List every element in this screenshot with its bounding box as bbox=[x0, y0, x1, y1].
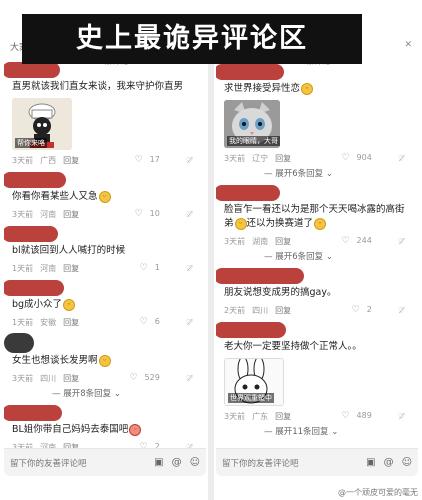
expand-replies-button[interactable]: — 展开6条回复 ⌄ bbox=[264, 167, 412, 179]
reply-button[interactable]: 回复 bbox=[275, 411, 291, 422]
page-title-banner: 史上最诡异评论区 bbox=[22, 14, 362, 64]
dislike-icon[interactable]: ♡̸ bbox=[398, 154, 405, 163]
comment-item: bl就该回到人人喊打的时候 1天前 河南 回复 ♡ 1 ♡̸ bbox=[4, 226, 206, 278]
dislike-icon[interactable]: ♡̸ bbox=[186, 264, 193, 273]
like-button[interactable]: ♡ 2 bbox=[352, 305, 379, 315]
like-button[interactable]: ♡ 529 bbox=[129, 373, 166, 383]
heart-icon: ♡ bbox=[341, 411, 350, 421]
like-button[interactable]: ♡ 904 bbox=[341, 153, 378, 163]
reply-button[interactable]: 回复 bbox=[63, 317, 79, 328]
dislike-icon[interactable]: ♡̸ bbox=[398, 237, 405, 246]
comment-image: 我的眼睛，大哥 bbox=[224, 100, 280, 148]
right-comment-panel: 2503条评论 ✕ 求世界接受异性恋ᵕ 我的眼睛，大哥 bbox=[216, 36, 418, 476]
expand-replies-button[interactable]: — 展开8条回复 ⌄ bbox=[52, 387, 200, 399]
comment-text: 朋友说想变成男的搞gay。 bbox=[224, 287, 337, 298]
comment-item: 脸盲乍一看还以为是那个天天喝冰露的高街弟 ᵕ 还以为换赛道了 ᵕ 3天前 湖南 回复 ♡… bbox=[216, 185, 418, 266]
comment-item: bg成小众了 ᵕ 1天前 安徽 回复 ♡ 6 ♡̸ bbox=[4, 280, 206, 332]
comment-text: bg成小众了 ᵕ bbox=[12, 284, 200, 312]
image-icon[interactable]: ▣ bbox=[366, 457, 375, 468]
reply-button[interactable]: 回复 bbox=[63, 263, 79, 274]
dislike-icon[interactable]: ♡̸ bbox=[186, 374, 193, 383]
emoji-icon: ᵕ bbox=[314, 217, 327, 230]
comment-text: 求世界接受异性恋 ᵕ bbox=[224, 68, 412, 96]
image-caption: 世界观重塑中 bbox=[228, 393, 274, 403]
image-caption: 帮你来咯 bbox=[15, 138, 47, 148]
comment-text: 直男就该我们直女来谈，我来守护你直男 bbox=[12, 81, 184, 92]
left-comment-panel: 大家 2503条评论 直男就该我们直女来谈，我来守护你直男 帮你来咯 3天前 bbox=[4, 36, 206, 476]
comment-meta: 3天前 湖南 回复 ♡ 244 ♡̸ bbox=[224, 236, 405, 247]
heart-icon: ♡ bbox=[139, 263, 148, 273]
heart-icon: ♡ bbox=[134, 209, 143, 219]
emoji-icon: ᵕ bbox=[234, 217, 247, 230]
like-button[interactable]: ♡ 244 bbox=[341, 236, 378, 246]
comment-item: 女生也想谈长发男啊 ᵕ 3天前 四川 回复 ♡ 529 ♡̸ — 展开8条回复 ⌄ bbox=[4, 333, 206, 403]
comment-meta: 3天前 河南 回复 ♡ 10 ♡̸ bbox=[12, 209, 193, 220]
comment-item: 求世界接受异性恋 ᵕ 我的眼睛，大哥 3天前 辽宁 回复 ♡ 904 ♡̸ — … bbox=[216, 64, 418, 183]
comment-text: 女生也想谈长发男啊 ᵕ bbox=[12, 338, 200, 368]
reply-button[interactable]: 回复 bbox=[63, 373, 79, 384]
comment-meta: 2天前 四川 回复 ♡ 2 ♡̸ bbox=[224, 305, 405, 316]
comment-meta: 3天前 广西 回复 ♡ 17 ♡̸ bbox=[12, 155, 193, 166]
emoji-picker-icon[interactable]: ☺ bbox=[190, 457, 200, 468]
at-icon[interactable]: @ bbox=[172, 457, 182, 468]
close-icon[interactable]: ✕ bbox=[404, 40, 412, 50]
panel-divider bbox=[208, 30, 214, 500]
screenshot-root: 大家 2503条评论 直男就该我们直女来谈，我来守护你直男 帮你来咯 3天前 bbox=[0, 0, 422, 500]
emoji-icon: ᵕ bbox=[98, 190, 111, 203]
comment-meta: 3天前 辽宁 回复 ♡ 904 ♡̸ bbox=[224, 153, 405, 164]
dislike-icon[interactable]: ♡̸ bbox=[398, 412, 405, 421]
comment-text: 你看你看某些人又急 ᵕ bbox=[12, 176, 200, 204]
expand-replies-button[interactable]: — 展开6条回复 ⌄ bbox=[264, 250, 412, 262]
comment-item: 直男就该我们直女来谈，我来守护你直男 帮你来咯 3天前 广西 回复 ♡ 17 ♡̸ bbox=[4, 62, 206, 170]
dislike-icon[interactable]: ♡̸ bbox=[186, 318, 193, 327]
comment-text: 脸盲乍一看还以为是那个天天喝冰露的高街弟 ᵕ 还以为换赛道了 ᵕ bbox=[224, 204, 405, 230]
comment-meta: 3天前 广东 回复 ♡ 489 ♡̸ bbox=[224, 411, 405, 422]
comment-input[interactable]: 留下你的友善评论吧 bbox=[10, 457, 87, 469]
comment-input-bar[interactable]: 留下你的友善评论吧 ▣ @ ☺ bbox=[216, 448, 418, 476]
dislike-icon[interactable]: ♡̸ bbox=[398, 306, 405, 315]
comment-text: BL姐你带自己妈妈去泰国吧 ᵕ bbox=[12, 409, 200, 437]
reply-button[interactable]: 回复 bbox=[63, 155, 79, 166]
like-button[interactable]: ♡ 17 bbox=[135, 155, 167, 165]
comment-meta: 1天前 安徽 回复 ♡ 6 ♡̸ bbox=[12, 317, 193, 328]
comment-text: 老大你一定要坚持做个正常人。。 bbox=[224, 341, 362, 352]
heart-icon: ♡ bbox=[139, 317, 148, 327]
reply-button[interactable]: 回复 bbox=[275, 236, 291, 247]
reply-button[interactable]: 回复 bbox=[63, 209, 79, 220]
reply-button[interactable]: 回复 bbox=[275, 153, 291, 164]
dislike-icon[interactable]: ♡̸ bbox=[186, 156, 193, 165]
comment-image: 帮你来咯 bbox=[12, 98, 72, 150]
comment-text: bl就该回到人人喊打的时候 bbox=[12, 245, 126, 256]
like-button[interactable]: ♡ 6 bbox=[140, 317, 167, 327]
comment-image: 世界观重塑中 bbox=[224, 358, 284, 406]
like-button[interactable]: ♡ 1 bbox=[140, 263, 167, 273]
image-icon[interactable]: ▣ bbox=[154, 457, 163, 468]
emoji-icon: ᵕ bbox=[301, 82, 314, 95]
emoji-icon: ᵕ bbox=[63, 298, 76, 311]
watermark: @一个顽皮可爱的毫无 bbox=[338, 487, 418, 498]
reply-button[interactable]: 回复 bbox=[275, 305, 291, 316]
comment-meta: 1天前 河南 回复 ♡ 1 ♡̸ bbox=[12, 263, 193, 274]
heart-icon: ♡ bbox=[341, 153, 350, 163]
heart-icon: ♡ bbox=[341, 236, 350, 246]
expand-replies-button[interactable]: — 展开11条回复 ⌄ bbox=[264, 425, 412, 437]
comment-meta: 3天前 四川 回复 ♡ 529 ♡̸ bbox=[12, 373, 193, 384]
heart-icon: ♡ bbox=[129, 373, 138, 383]
like-button[interactable]: ♡ 489 bbox=[341, 411, 378, 421]
emoji-icon: ᵕ bbox=[98, 354, 111, 367]
at-icon[interactable]: @ bbox=[384, 457, 394, 468]
like-button[interactable]: ♡ 10 bbox=[135, 209, 167, 219]
emoji-icon: ᵕ bbox=[129, 423, 142, 436]
heart-icon: ♡ bbox=[134, 155, 143, 165]
image-caption: 我的眼睛，大哥 bbox=[227, 136, 280, 146]
dislike-icon[interactable]: ♡̸ bbox=[186, 210, 193, 219]
comment-item: 朋友说想变成男的搞gay。 2天前 四川 回复 ♡ 2 ♡̸ bbox=[216, 268, 418, 320]
comment-input-bar[interactable]: 留下你的友善评论吧 ▣ @ ☺ bbox=[4, 448, 206, 476]
comment-input[interactable]: 留下你的友善评论吧 bbox=[222, 457, 299, 469]
comment-item: 你看你看某些人又急 ᵕ 3天前 河南 回复 ♡ 10 ♡̸ bbox=[4, 172, 206, 224]
heart-icon: ♡ bbox=[351, 305, 360, 315]
comment-item: 老大你一定要坚持做个正常人。。 世界观重塑中 3天前 广东 回复 ♡ 489 ♡̸ —… bbox=[216, 322, 418, 441]
emoji-picker-icon[interactable]: ☺ bbox=[402, 457, 412, 468]
